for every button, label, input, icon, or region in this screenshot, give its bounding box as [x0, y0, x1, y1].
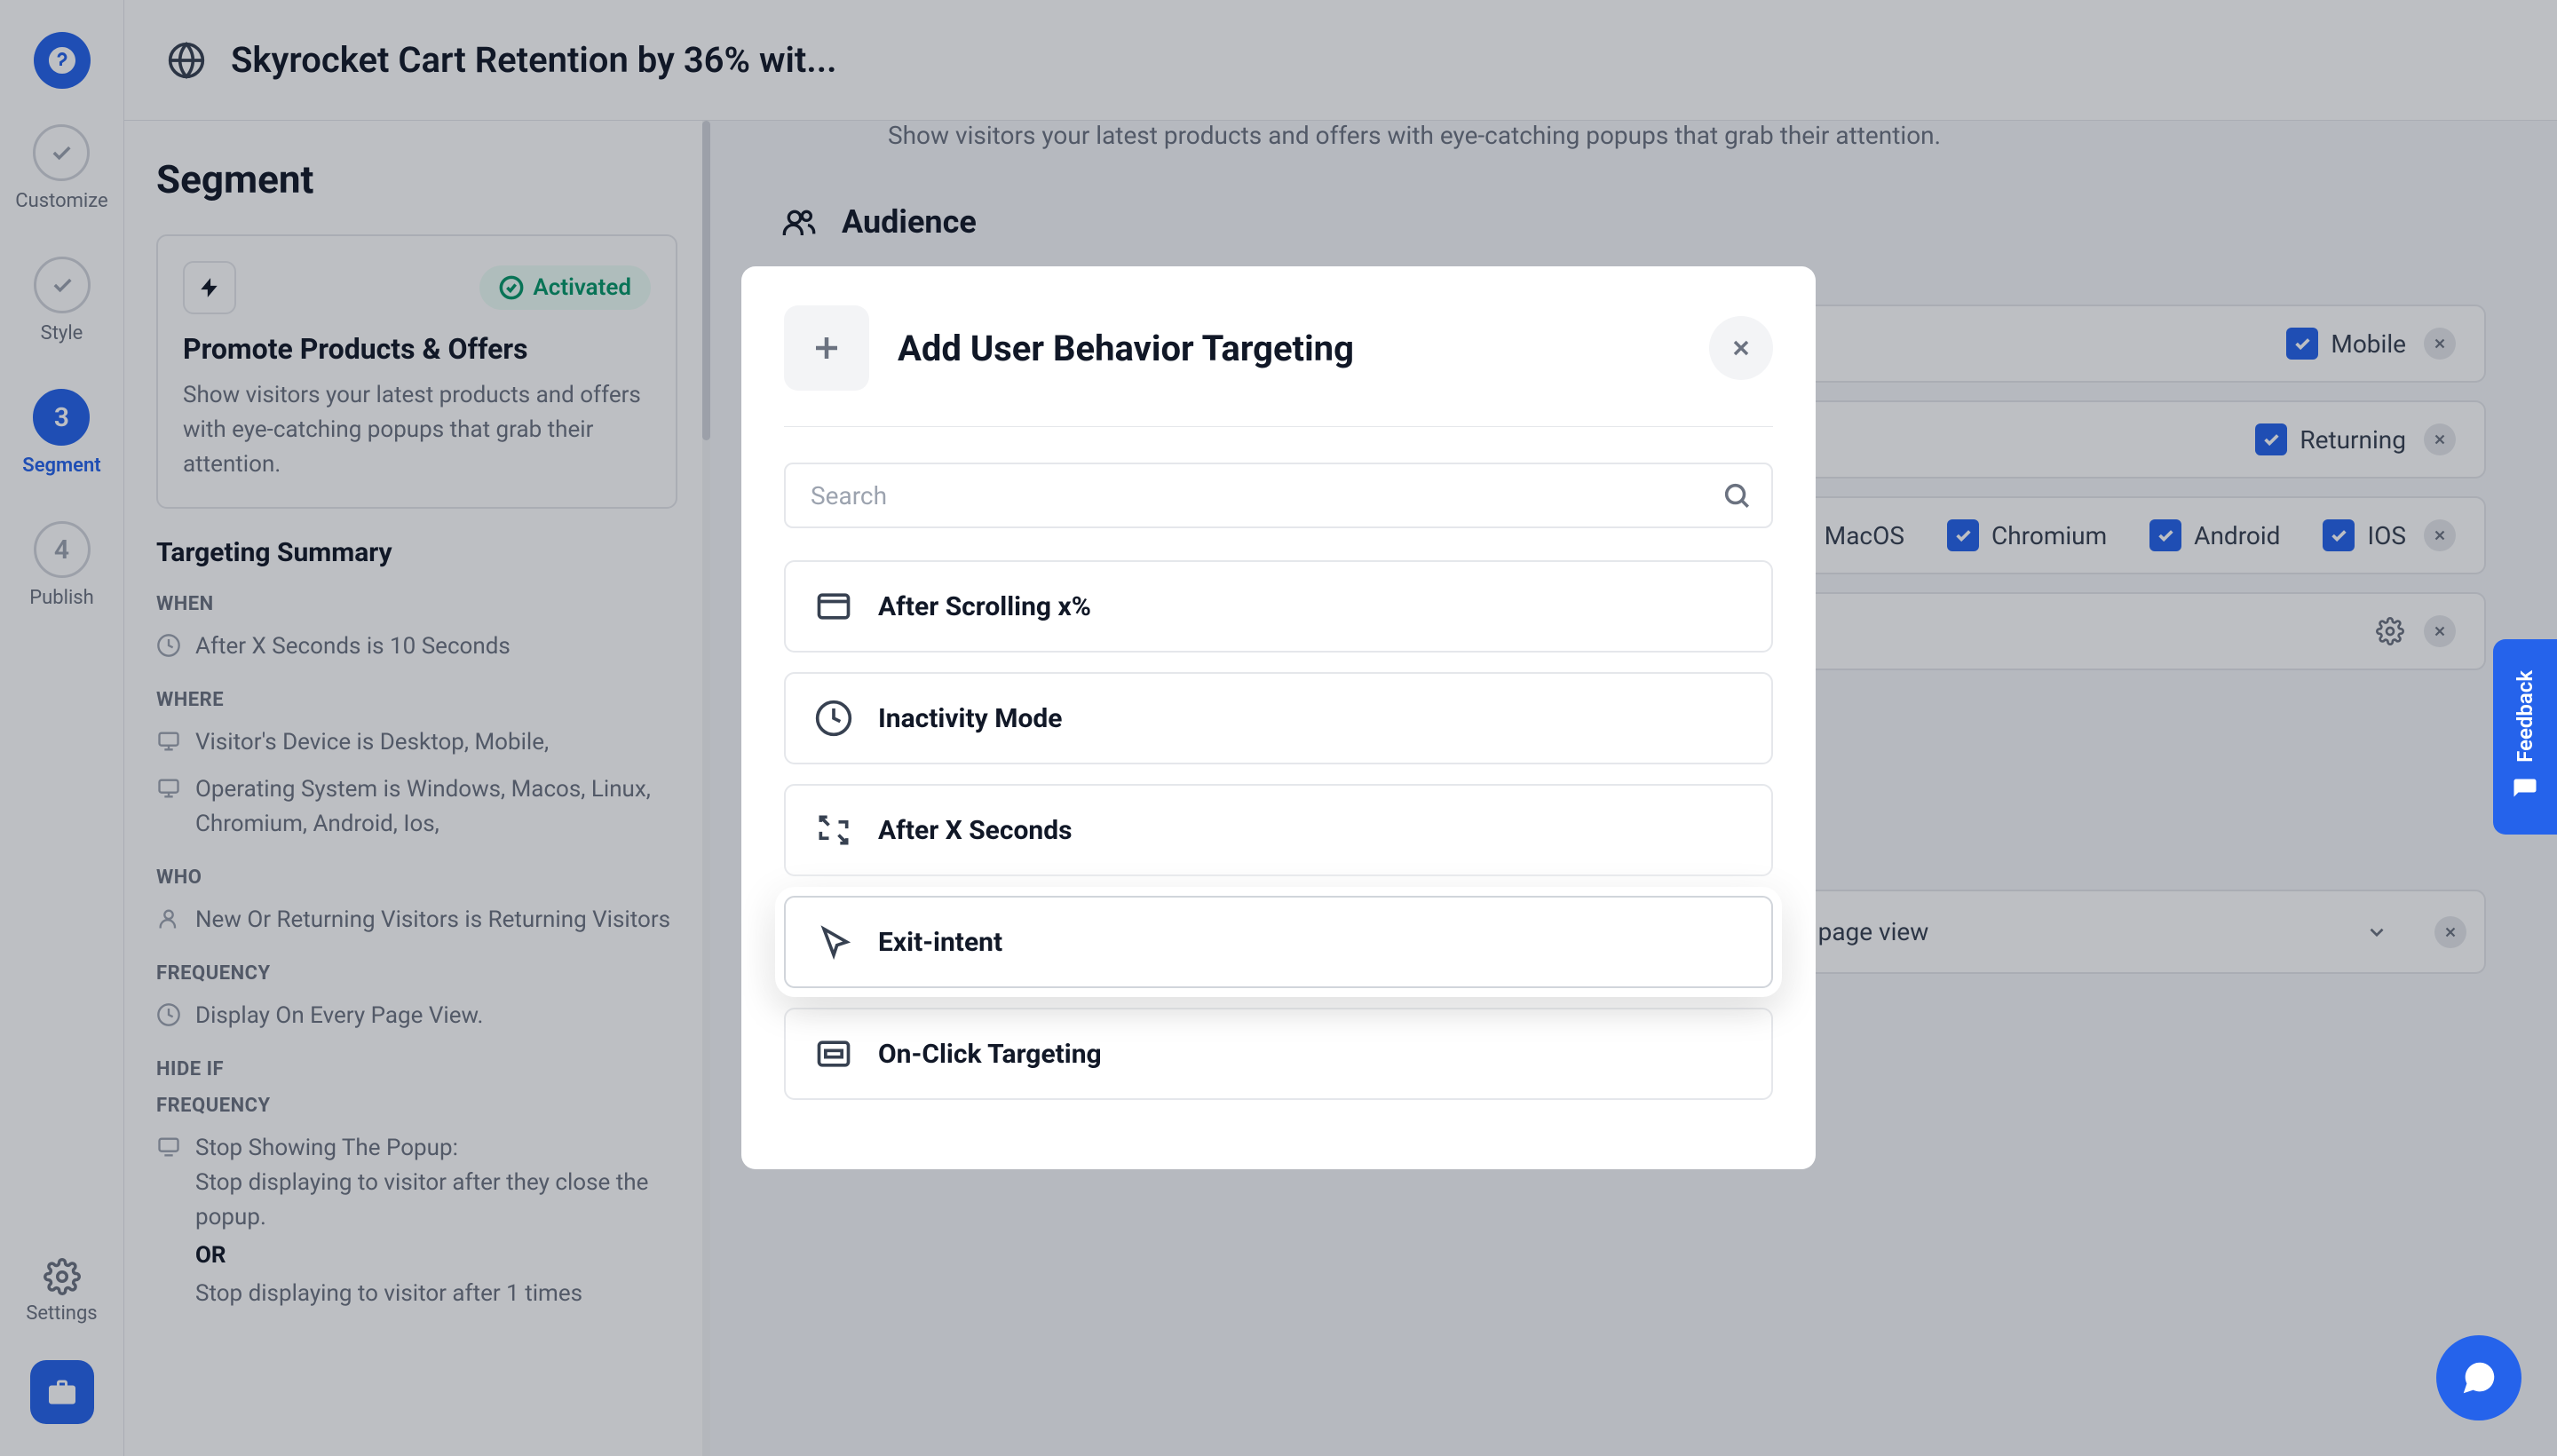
close-button[interactable]: [1709, 316, 1773, 380]
behavior-targeting-modal: Add User Behavior Targeting After Scroll…: [741, 266, 1816, 1169]
option-after-scrolling[interactable]: After Scrolling x%: [784, 560, 1773, 653]
search-input[interactable]: [784, 463, 1773, 528]
option-after-seconds[interactable]: After X Seconds: [784, 784, 1773, 876]
chat-fab[interactable]: [2436, 1335, 2521, 1420]
option-exit-intent[interactable]: Exit-intent: [784, 896, 1773, 988]
feedback-tab[interactable]: Feedback: [2493, 639, 2557, 835]
option-on-click[interactable]: On-Click Targeting: [784, 1008, 1773, 1100]
search-icon: [1722, 480, 1752, 510]
plus-icon: [784, 305, 869, 391]
search-field[interactable]: [784, 463, 1773, 528]
modal-title: Add User Behavior Targeting: [898, 328, 1354, 369]
option-inactivity[interactable]: Inactivity Mode: [784, 672, 1773, 764]
